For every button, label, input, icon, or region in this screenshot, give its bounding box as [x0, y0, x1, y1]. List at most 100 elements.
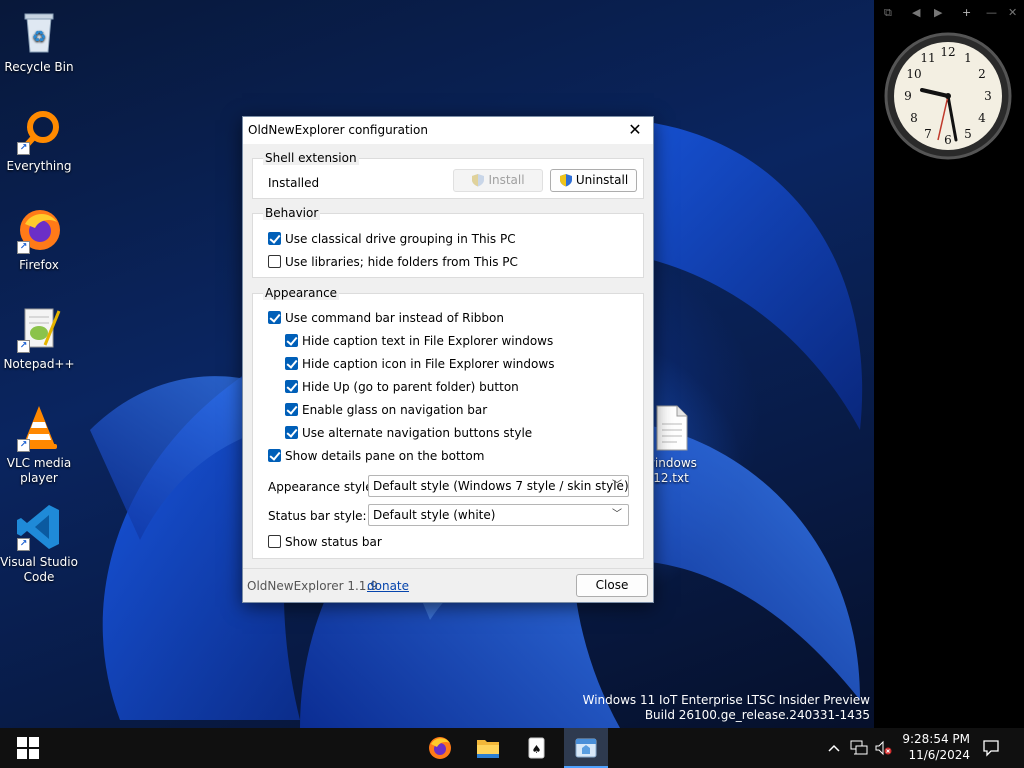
shell-extension-group: Shell extension Installed Install Uninst… — [252, 151, 644, 199]
checkbox-label: Show status bar — [285, 535, 382, 549]
title-close-button[interactable]: ✕ — [617, 117, 653, 144]
svg-text:♠: ♠ — [532, 743, 542, 756]
checkbox-box[interactable] — [268, 255, 281, 268]
shell-extension-status: Installed — [268, 176, 320, 190]
desktop-icon-vlc[interactable]: ↗ VLC media player — [0, 404, 78, 486]
tray-date: 11/6/2024 — [908, 748, 970, 762]
previous-arrow-icon[interactable]: ◀ — [912, 6, 920, 19]
desktop-icon-firefox[interactable]: ↗ Firefox — [0, 206, 78, 273]
checkbox-label: Hide caption icon in File Explorer windo… — [302, 357, 555, 371]
svg-text:9: 9 — [904, 89, 912, 103]
desktop-icon-recycle-bin[interactable]: ♻ Recycle Bin — [0, 8, 78, 75]
checkbox-box[interactable] — [268, 535, 281, 548]
start-button[interactable] — [6, 728, 50, 768]
desktop-icon-label: Visual Studio Code — [0, 555, 78, 584]
group-label-shell-extension: Shell extension — [263, 151, 359, 165]
group-label-behavior: Behavior — [263, 206, 321, 220]
desktop-icon-label: Recycle Bin — [4, 60, 74, 74]
desktop-icon-label: Firefox — [19, 258, 59, 272]
checkbox-box[interactable] — [285, 403, 298, 416]
tray-clock[interactable]: 9:28:54 PM 11/6/2024 — [896, 731, 970, 763]
taskbar-oldnewexplorer[interactable] — [564, 728, 608, 768]
dialog-title: OldNewExplorer configuration — [248, 123, 428, 137]
dialog-body: Shell extension Installed Install Uninst… — [243, 144, 653, 568]
network-icon[interactable] — [850, 740, 868, 756]
vlc-cone-icon: ↗ — [15, 404, 63, 452]
text-file-icon — [647, 404, 695, 452]
svg-text:10: 10 — [906, 67, 921, 81]
next-arrow-icon[interactable]: ▶ — [934, 6, 942, 19]
appearance-style-label: Appearance style: — [268, 480, 377, 494]
uninstall-button-label: Uninstall — [575, 173, 629, 187]
desktop-icon-everything[interactable]: ↗ Everything — [0, 107, 78, 174]
oldnewexplorer-config-dialog: OldNewExplorer configuration ✕ Shell ext… — [242, 116, 654, 603]
close-button[interactable]: Close — [576, 574, 648, 597]
donate-link[interactable]: donate — [367, 579, 409, 593]
close-button-label: Close — [595, 578, 629, 592]
checkbox-box[interactable] — [268, 311, 281, 324]
appearance-group: Appearance Use command bar instead of Ri… — [252, 286, 644, 559]
restore-icon[interactable]: ⧉ — [884, 6, 892, 20]
svg-text:3: 3 — [984, 89, 992, 103]
checkbox-label: Use libraries; hide folders from This PC — [285, 255, 518, 269]
notifications-icon[interactable] — [982, 739, 1000, 757]
checkbox-box[interactable] — [268, 232, 281, 245]
watermark-line-build: Build 26100.ge_release.240331-1435 — [644, 708, 870, 722]
desktop-icon-notepad-plus-plus[interactable]: ↗ Notepad++ — [0, 305, 78, 372]
playing-card-icon: ♠ — [528, 737, 545, 759]
svg-text:5: 5 — [964, 127, 972, 141]
uac-shield-icon — [472, 174, 485, 187]
group-label-appearance: Appearance — [263, 286, 340, 300]
svg-text:♻: ♻ — [32, 27, 46, 46]
svg-text:1: 1 — [964, 51, 972, 65]
checkbox-label: Hide Up (go to parent folder) button — [302, 380, 519, 394]
appearance-style-value: Default style (Windows 7 style / skin st… — [373, 479, 629, 493]
taskbar-firefox[interactable] — [418, 728, 462, 768]
svg-text:6: 6 — [944, 133, 952, 147]
shortcut-arrow-icon: ↗ — [17, 142, 30, 155]
svg-text:12: 12 — [940, 45, 955, 59]
taskbar-file-explorer[interactable] — [466, 728, 510, 768]
analog-clock-gadget[interactable]: 12 1 2 3 4 5 6 7 8 9 10 11 — [884, 32, 1012, 160]
sidebar-toolbar: ⧉ ◀ ▶ + — ✕ — [874, 6, 1024, 24]
shortcut-arrow-icon: ↗ — [17, 538, 30, 551]
uninstall-button[interactable]: Uninstall — [550, 169, 637, 192]
checkbox-box[interactable] — [268, 449, 281, 462]
desktop-icon-label: Notepad++ — [3, 357, 75, 371]
build-watermark: Windows 11 IoT Enterprise LTSC Insider P… — [583, 693, 870, 723]
recycle-bin-icon: ♻ — [15, 8, 63, 56]
close-icon[interactable]: ✕ — [1008, 6, 1017, 19]
checkbox-label: Hide caption text in File Explorer windo… — [302, 334, 554, 348]
speaker-muted-icon[interactable] — [874, 740, 892, 756]
firefox-icon — [429, 737, 451, 759]
firefox-icon: ↗ — [15, 206, 63, 254]
dialog-title-bar[interactable]: OldNewExplorer configuration ✕ — [243, 117, 653, 144]
checkbox-box[interactable] — [285, 357, 298, 370]
svg-text:2: 2 — [978, 67, 986, 81]
checkbox-label: Use alternate navigation buttons style — [302, 426, 533, 440]
desktop-icon-label: Everything — [6, 159, 72, 173]
minimize-icon[interactable]: — — [986, 6, 997, 19]
status-bar-style-value: Default style (white) — [373, 508, 496, 522]
shortcut-arrow-icon: ↗ — [17, 340, 30, 353]
taskbar: ♠ 9:28:54 PM 11/6/2024 — [0, 728, 1024, 768]
tray-time: 9:28:54 PM — [902, 732, 970, 746]
windows-logo-icon — [17, 737, 39, 759]
watermark-line-edition: Windows 11 IoT Enterprise LTSC Insider P… — [582, 693, 870, 707]
chevron-down-icon: ﹀ — [612, 509, 622, 520]
status-bar-style-label: Status bar style: — [268, 509, 367, 523]
checkbox-box[interactable] — [285, 380, 298, 393]
chevron-up-icon[interactable] — [826, 740, 842, 756]
install-button[interactable]: Install — [453, 169, 543, 192]
shortcut-arrow-icon: ↗ — [17, 439, 30, 452]
status-bar-style-dropdown[interactable]: Default style (white) ﹀ — [368, 504, 629, 526]
add-gadget-icon[interactable]: + — [962, 6, 971, 19]
taskbar-solitaire[interactable]: ♠ — [514, 728, 558, 768]
chevron-down-icon: ﹀ — [612, 480, 622, 491]
desktop-icon-vscode[interactable]: ↗ Visual Studio Code — [0, 503, 78, 585]
checkbox-box[interactable] — [285, 426, 298, 439]
checkbox-box[interactable] — [285, 334, 298, 347]
install-button-label: Install — [488, 173, 525, 187]
gadget-sidebar: ⧉ ◀ ▶ + — ✕ 12 1 2 3 4 5 6 7 8 9 10 11 — [874, 0, 1024, 728]
appearance-style-dropdown[interactable]: Default style (Windows 7 style / skin st… — [368, 475, 629, 497]
